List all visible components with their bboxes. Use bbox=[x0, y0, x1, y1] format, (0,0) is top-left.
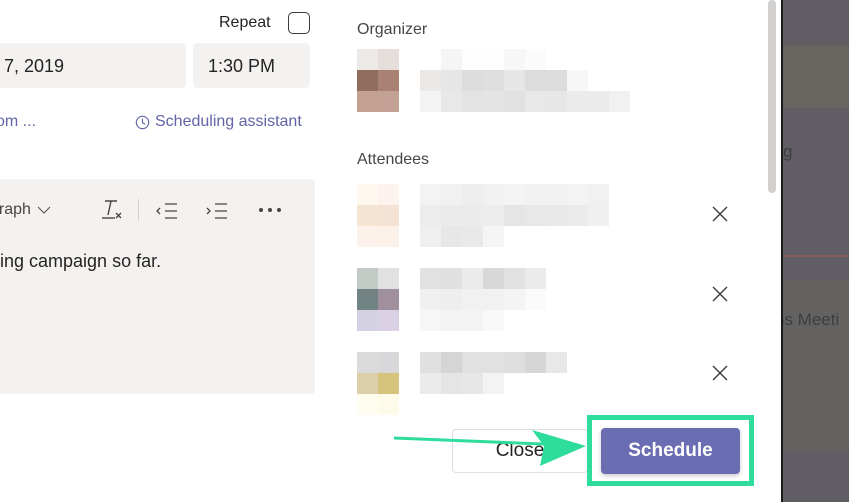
schedule-button[interactable]: Schedule bbox=[601, 428, 740, 474]
start-date-field[interactable]: 7, 2019 bbox=[0, 43, 186, 88]
background-event-block bbox=[783, 280, 849, 450]
add-room-link[interactable]: om ... bbox=[0, 113, 36, 131]
background-event-block bbox=[783, 45, 849, 108]
start-time-value: 1:30 PM bbox=[208, 56, 276, 76]
editor-body-text[interactable]: ing campaign so far. bbox=[0, 251, 161, 272]
clock-icon bbox=[135, 115, 150, 129]
background-text: g bbox=[783, 142, 793, 161]
start-date-value: 7, 2019 bbox=[4, 56, 65, 76]
remove-attendee-close-icon[interactable] bbox=[709, 203, 731, 225]
toolbar-divider bbox=[138, 199, 139, 221]
clear-formatting-icon[interactable] bbox=[99, 197, 125, 223]
scheduling-assistant-label: Scheduling assistant bbox=[155, 113, 302, 130]
side-panel-scrollbar[interactable] bbox=[768, 0, 776, 193]
chevron-down-icon bbox=[37, 206, 51, 214]
current-time-line bbox=[783, 255, 849, 257]
decrease-indent-icon[interactable] bbox=[155, 200, 181, 222]
increase-indent-icon[interactable] bbox=[205, 200, 231, 222]
scheduling-assistant-link[interactable]: Scheduling assistant bbox=[135, 113, 302, 131]
background-calendar-app: g ns Meeti bbox=[781, 0, 849, 502]
organizer-heading: Organizer bbox=[357, 21, 428, 38]
remove-attendee-close-icon[interactable] bbox=[709, 362, 731, 384]
start-time-field[interactable]: 1:30 PM bbox=[193, 43, 310, 88]
more-options-icon[interactable] bbox=[256, 199, 284, 221]
paragraph-style-dropdown[interactable]: graph bbox=[0, 201, 51, 219]
repeat-checkbox[interactable] bbox=[288, 12, 310, 34]
attendees-heading: Attendees bbox=[357, 151, 430, 168]
annotation-arrow-icon bbox=[393, 430, 586, 466]
paragraph-style-label: graph bbox=[0, 201, 31, 218]
repeat-label: Repeat bbox=[219, 14, 271, 31]
background-meeting-text: ns Meeti bbox=[781, 310, 840, 329]
schedule-button-label: Schedule bbox=[628, 440, 713, 461]
remove-attendee-close-icon[interactable] bbox=[709, 283, 731, 305]
